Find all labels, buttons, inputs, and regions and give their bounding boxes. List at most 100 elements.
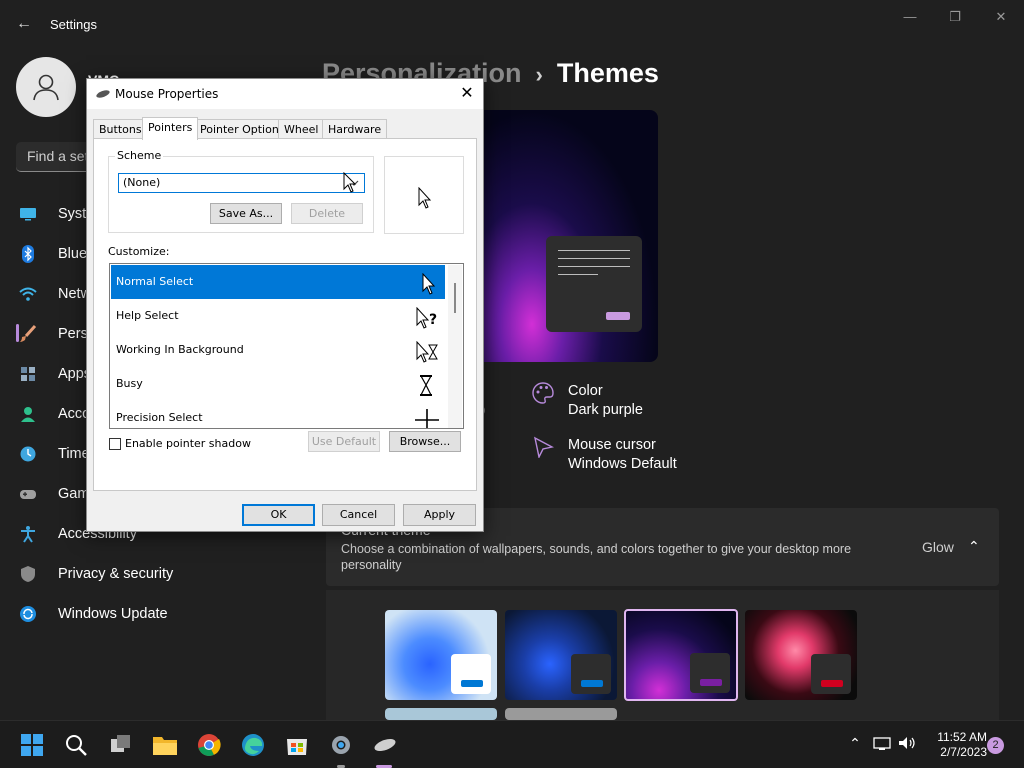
chevron-up-icon[interactable]: ⌃ — [968, 538, 980, 555]
use-default-button[interactable]: Use Default — [308, 431, 380, 452]
list-scrollbar[interactable] — [448, 265, 462, 428]
theme-thumbnail-next-row[interactable] — [505, 708, 617, 720]
file-explorer-icon[interactable] — [151, 731, 179, 759]
theme-accent-pill — [700, 679, 722, 686]
notification-badge[interactable]: 2 — [987, 737, 1004, 754]
color-value: Dark purple — [568, 402, 643, 418]
preview-line — [558, 250, 630, 251]
page-title: Themes — [556, 58, 659, 88]
minimize-button[interactable]: — — [890, 6, 930, 28]
start-icon[interactable] — [18, 731, 46, 759]
scheme-dropdown[interactable]: (None) — [118, 172, 365, 193]
tray-overflow-icon[interactable]: ⌃ — [845, 735, 865, 755]
accessibility-icon — [18, 524, 38, 544]
list-item-label: Precision Select — [116, 411, 203, 424]
list-item[interactable]: Precision Select — [111, 401, 445, 428]
sidebar-item-label: Privacy & security — [58, 566, 174, 582]
search-icon[interactable] — [62, 731, 90, 759]
preview-accent-button — [606, 312, 630, 320]
theme-preview — [478, 110, 658, 362]
theme-thumbnail-captured-motion[interactable] — [745, 610, 857, 700]
bluetooth-icon — [18, 244, 38, 264]
pointer-shadow-checkbox[interactable] — [109, 438, 121, 450]
settings-titlebar: ← Settings — ❐ ✕ — [0, 0, 1024, 48]
update-icon — [18, 604, 38, 624]
back-button[interactable]: ← — [14, 14, 34, 34]
paintbrush-icon — [18, 324, 38, 344]
mouse-cursor-setting[interactable]: Mouse cursor Windows Default — [532, 436, 677, 474]
working-cursor-icon — [416, 341, 438, 363]
mouse-properties-dialog: Mouse Properties ✕ Buttons Pointers Poin… — [86, 78, 484, 532]
taskbar-clock[interactable]: 11:52 AM 2/7/2023 — [925, 730, 987, 760]
arrow-cursor-icon — [418, 187, 432, 209]
scroll-thumb[interactable] — [454, 283, 456, 313]
theme-window-card — [811, 654, 851, 694]
list-item[interactable]: Busy — [111, 367, 445, 401]
clock-globe-icon — [18, 444, 38, 464]
delete-button[interactable]: Delete — [291, 203, 363, 224]
mouse-cursor-value: Windows Default — [568, 456, 677, 472]
crosshair-cursor-icon — [415, 409, 439, 428]
settings-gear-icon[interactable] — [327, 731, 355, 759]
network-icon[interactable] — [872, 735, 892, 755]
search-input[interactable]: Find a setting — [16, 142, 96, 172]
theme-thumbnail-next-row[interactable] — [385, 708, 497, 720]
list-item[interactable]: Working In Background — [111, 333, 445, 367]
preview-line — [558, 266, 630, 267]
theme-window-card — [690, 653, 730, 693]
gamepad-icon — [18, 484, 38, 504]
tab-wheel[interactable]: Wheel — [278, 119, 325, 139]
palette-icon — [532, 382, 556, 406]
save-as-button[interactable]: Save As... — [210, 203, 282, 224]
list-item[interactable]: Normal Select — [111, 265, 445, 299]
sidebar-item-privacy-security[interactable]: Privacy & security — [18, 556, 318, 592]
list-item-label: Help Select — [116, 309, 179, 322]
shield-icon — [18, 564, 38, 584]
sidebar-item-windows-update[interactable]: Windows Update — [18, 596, 318, 632]
breadcrumb-separator: › — [535, 62, 543, 87]
cursor-list[interactable]: Normal Select Help Select ? Working In B… — [109, 263, 464, 429]
list-item-label: Busy — [116, 377, 143, 390]
theme-window-card — [451, 654, 491, 694]
close-button[interactable]: ✕ — [981, 6, 1021, 28]
chrome-icon[interactable] — [195, 731, 223, 759]
edge-icon[interactable] — [239, 731, 267, 759]
tab-pointer-options[interactable]: Pointer Options — [194, 119, 291, 139]
dialog-close-button[interactable]: ✕ — [457, 83, 477, 103]
list-item-label: Normal Select — [116, 275, 194, 288]
svg-text:?: ? — [429, 312, 437, 328]
tab-buttons[interactable]: Buttons — [93, 119, 148, 139]
dialog-titlebar[interactable]: Mouse Properties ✕ — [87, 79, 483, 109]
store-icon[interactable] — [283, 731, 311, 759]
cancel-button[interactable]: Cancel — [322, 504, 395, 526]
browse-button[interactable]: Browse... — [389, 431, 461, 452]
theme-thumbnail-windows-dark[interactable] — [505, 610, 617, 700]
volume-icon[interactable] — [897, 735, 917, 755]
theme-accent-pill — [821, 680, 843, 687]
theme-thumbnail-windows-light[interactable] — [385, 610, 497, 700]
mouse-properties-icon[interactable] — [371, 731, 399, 759]
tab-pointers[interactable]: Pointers — [142, 117, 199, 140]
apply-button[interactable]: Apply — [403, 504, 476, 526]
list-item[interactable]: Help Select ? — [111, 299, 445, 333]
customize-label: Customize: — [108, 245, 170, 258]
theme-window-card — [571, 654, 611, 694]
pointer-shadow-label[interactable]: Enable pointer shadow — [125, 437, 251, 450]
monitor-icon — [18, 204, 38, 224]
person-icon — [33, 74, 59, 101]
theme-thumbnail-glow[interactable] — [624, 609, 738, 701]
task-view-icon[interactable] — [107, 731, 135, 759]
app-title: Settings — [50, 17, 97, 32]
current-theme-description: Choose a combination of wallpapers, soun… — [341, 542, 852, 572]
ok-button[interactable]: OK — [242, 504, 315, 526]
person-icon — [18, 404, 38, 424]
sidebar-item-label: Windows Update — [58, 606, 168, 622]
maximize-button[interactable]: ❐ — [935, 6, 975, 28]
avatar[interactable] — [16, 57, 76, 117]
list-item-label: Working In Background — [116, 343, 244, 356]
color-setting[interactable]: Color Dark purple — [532, 382, 643, 420]
tab-hardware[interactable]: Hardware — [322, 119, 388, 139]
cursor-preview — [384, 156, 464, 234]
apps-icon — [18, 364, 38, 384]
help-cursor-icon: ? — [416, 307, 437, 329]
